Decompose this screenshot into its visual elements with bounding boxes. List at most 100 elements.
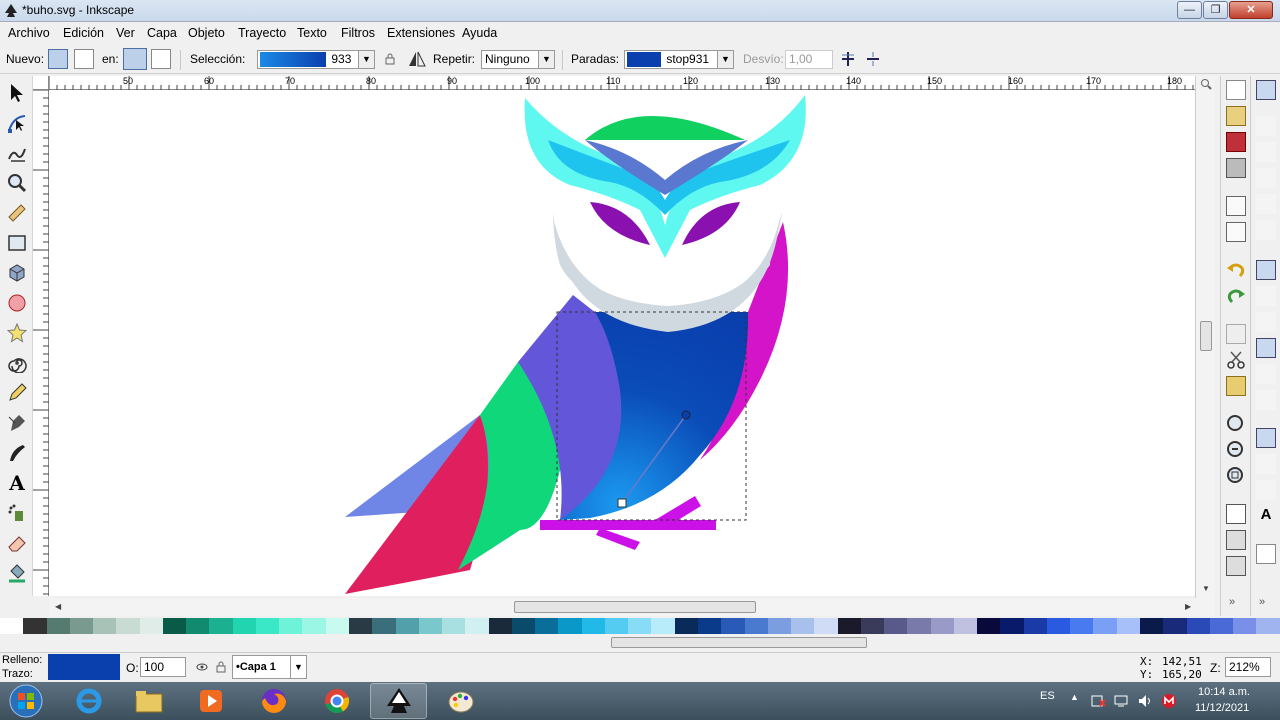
pen-tool-icon[interactable] bbox=[4, 410, 30, 436]
start-button[interactable] bbox=[4, 683, 48, 719]
snap-line-midpoints-icon[interactable] bbox=[1256, 390, 1276, 410]
ellipse-tool-icon[interactable] bbox=[4, 290, 30, 316]
palette-swatch[interactable] bbox=[1046, 618, 1071, 634]
palette-swatch[interactable] bbox=[581, 618, 605, 634]
palette-swatch[interactable] bbox=[1233, 618, 1257, 634]
opacity-spin[interactable]: 100 bbox=[140, 657, 186, 677]
vertical-scroll-thumb[interactable] bbox=[1200, 321, 1212, 351]
palette-swatch[interactable] bbox=[628, 618, 652, 634]
menu-filtros[interactable]: Filtros bbox=[341, 26, 375, 40]
palette-swatch[interactable] bbox=[1093, 618, 1117, 634]
palette-swatch[interactable] bbox=[232, 618, 256, 634]
drawing-canvas[interactable] bbox=[49, 90, 1195, 596]
lock-icon[interactable] bbox=[384, 53, 396, 65]
snap-page-border-icon[interactable] bbox=[1256, 544, 1276, 564]
stops-combo[interactable]: stop931 ▼ bbox=[624, 50, 734, 69]
palette-swatch[interactable] bbox=[930, 618, 954, 634]
palette-swatch[interactable] bbox=[325, 618, 349, 634]
palette-swatch[interactable] bbox=[907, 618, 931, 634]
palette-swatch[interactable] bbox=[93, 618, 117, 634]
palette-swatch[interactable] bbox=[302, 618, 326, 634]
language-indicator[interactable]: ES bbox=[1040, 690, 1055, 702]
3d-box-tool-icon[interactable] bbox=[4, 260, 30, 286]
palette-swatch[interactable] bbox=[953, 618, 978, 634]
radial-gradient-button[interactable] bbox=[74, 49, 94, 69]
palette-swatch[interactable] bbox=[604, 618, 629, 634]
more-commands-icon[interactable]: » bbox=[1229, 596, 1235, 608]
spray-tool-icon[interactable] bbox=[4, 500, 30, 526]
palette-swatch[interactable] bbox=[162, 618, 187, 634]
cut-icon[interactable] bbox=[1226, 350, 1246, 370]
palette-swatch[interactable] bbox=[1256, 618, 1280, 634]
file-explorer-task[interactable] bbox=[120, 683, 177, 719]
chrome-task[interactable] bbox=[308, 683, 365, 719]
snap-bbox-midpoints-icon[interactable] bbox=[1256, 194, 1276, 214]
snap-object-centers-icon[interactable] bbox=[1256, 454, 1276, 474]
snap-nodes-icon[interactable] bbox=[1256, 260, 1276, 280]
palette-scrollbar[interactable] bbox=[0, 636, 1280, 650]
calligraphy-tool-icon[interactable] bbox=[4, 440, 30, 466]
star-tool-icon[interactable] bbox=[4, 320, 30, 346]
snap-bbox-edges-icon[interactable] bbox=[1256, 142, 1276, 162]
open-icon[interactable] bbox=[1226, 106, 1246, 126]
palette-swatch[interactable] bbox=[674, 618, 698, 634]
horizontal-scrollbar[interactable]: ◀ ▶ bbox=[49, 598, 1215, 616]
linear-gradient-button[interactable] bbox=[48, 49, 68, 69]
gradient-select-combo[interactable]: 933 ▼ bbox=[257, 50, 375, 69]
fill-color-indicator[interactable] bbox=[48, 654, 120, 680]
menu-ver[interactable]: Ver bbox=[116, 26, 135, 40]
text-tool-icon[interactable]: A bbox=[4, 470, 30, 496]
palette-swatch[interactable] bbox=[977, 618, 1001, 634]
menu-extensiones[interactable]: Extensiones bbox=[387, 26, 455, 40]
snap-bbox-centers-icon[interactable] bbox=[1256, 220, 1276, 240]
import-icon[interactable] bbox=[1226, 196, 1246, 216]
palette-swatch[interactable] bbox=[744, 618, 768, 634]
vertical-scrollbar[interactable]: ▼ bbox=[1195, 76, 1215, 602]
palette-swatch[interactable] bbox=[69, 618, 94, 634]
action-center-icon[interactable] bbox=[1090, 694, 1106, 708]
zoom-selection-icon[interactable] bbox=[1226, 414, 1246, 434]
snap-intersections-icon[interactable] bbox=[1256, 312, 1276, 332]
palette-swatch[interactable] bbox=[442, 618, 466, 634]
palette-swatch[interactable] bbox=[1186, 618, 1210, 634]
maximize-button[interactable]: ❐ bbox=[1203, 1, 1228, 19]
snap-paths-icon[interactable] bbox=[1256, 286, 1276, 306]
palette-swatch[interactable] bbox=[837, 618, 861, 634]
palette-swatch[interactable] bbox=[651, 618, 675, 634]
firefox-task[interactable] bbox=[245, 683, 302, 719]
color-palette[interactable] bbox=[0, 618, 1280, 634]
pencil-tool-icon[interactable] bbox=[4, 380, 30, 406]
zoom-tool-icon[interactable] bbox=[4, 170, 30, 196]
undo-icon[interactable] bbox=[1226, 260, 1246, 280]
palette-swatch[interactable] bbox=[721, 618, 745, 634]
horizontal-scroll-thumb[interactable] bbox=[514, 601, 756, 613]
palette-swatch[interactable] bbox=[209, 618, 233, 634]
remove-stop-icon[interactable] bbox=[866, 51, 880, 67]
paint-task[interactable] bbox=[432, 683, 489, 719]
new-document-icon[interactable] bbox=[1226, 80, 1246, 100]
snap-bbox-corners-icon[interactable] bbox=[1256, 168, 1276, 188]
menu-trayecto[interactable]: Trayecto bbox=[238, 26, 286, 40]
palette-swatch[interactable] bbox=[372, 618, 396, 634]
palette-swatch[interactable] bbox=[535, 618, 559, 634]
layer-combo[interactable]: •Capa 1 ▼ bbox=[232, 655, 307, 679]
palette-swatch[interactable] bbox=[418, 618, 443, 634]
volume-icon[interactable] bbox=[1138, 694, 1154, 708]
paint-bucket-tool-icon[interactable] bbox=[4, 560, 30, 586]
palette-swatch[interactable] bbox=[767, 618, 792, 634]
palette-swatch[interactable] bbox=[348, 618, 373, 634]
palette-swatch[interactable] bbox=[860, 618, 885, 634]
add-stop-icon[interactable] bbox=[841, 51, 855, 67]
snap-enable-icon[interactable] bbox=[1256, 80, 1276, 100]
clock-date[interactable]: 11/12/2021 bbox=[1195, 702, 1249, 714]
palette-swatch[interactable] bbox=[255, 618, 280, 634]
palette-swatch[interactable] bbox=[1023, 618, 1047, 634]
group-icon[interactable] bbox=[1226, 530, 1246, 550]
palette-swatch[interactable] bbox=[511, 618, 536, 634]
palette-swatch[interactable] bbox=[1140, 618, 1164, 634]
spiral-tool-icon[interactable] bbox=[4, 350, 30, 376]
palette-swatch[interactable] bbox=[139, 618, 163, 634]
node-tool-icon[interactable] bbox=[4, 110, 30, 136]
antivirus-icon[interactable] bbox=[1161, 693, 1177, 709]
duplicate-icon[interactable] bbox=[1226, 504, 1246, 524]
